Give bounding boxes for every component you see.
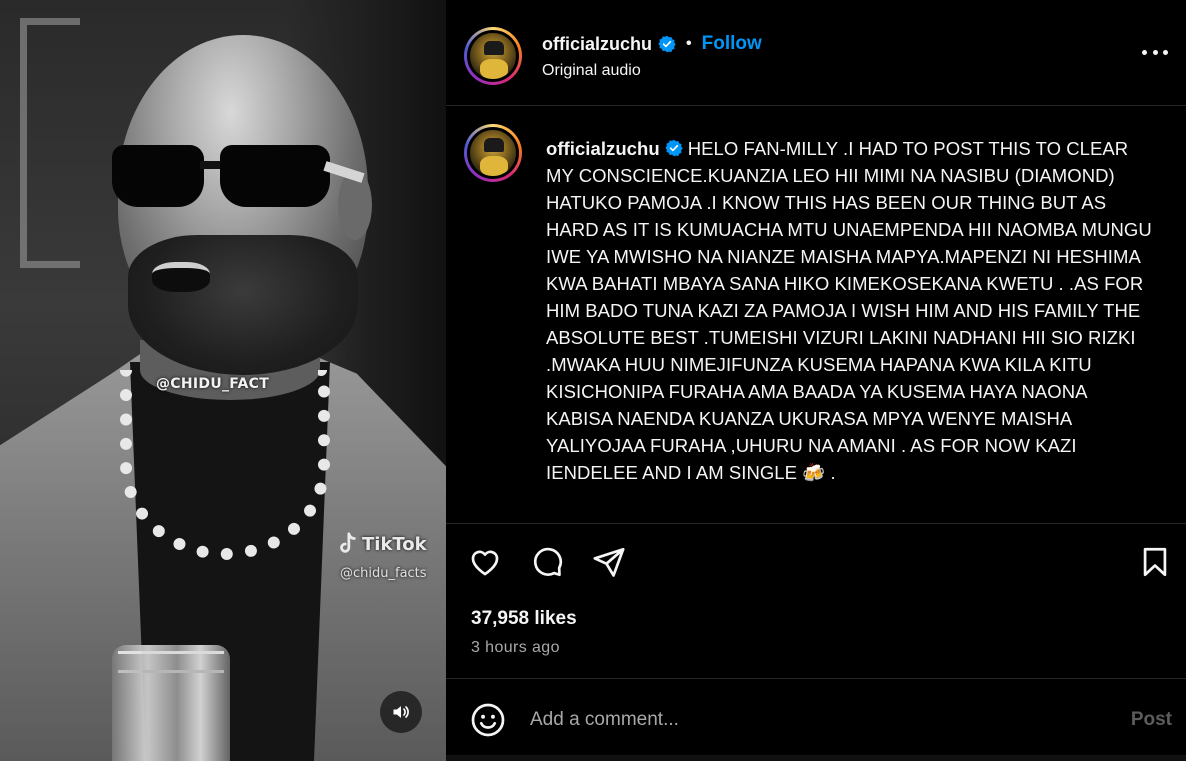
tiktok-handle: @chidu_facts	[340, 566, 427, 581]
post-media[interactable]: @CHIDU_FACT TikTok @chidu_facts	[0, 0, 446, 761]
divider	[446, 678, 1186, 679]
post-details-panel: officialzuchu • Follow Original audio of…	[446, 0, 1186, 761]
tiktok-brand-label: TikTok	[362, 533, 427, 555]
audio-toggle-button[interactable]	[380, 691, 422, 733]
post-comment-button[interactable]: Post	[1131, 709, 1172, 731]
more-options-icon[interactable]	[1142, 50, 1168, 60]
avatar[interactable]	[464, 27, 522, 85]
heart-icon[interactable]	[468, 545, 502, 579]
post-timestamp[interactable]: 3 hours ago	[471, 639, 560, 657]
sunglasses	[112, 145, 365, 215]
speaker-icon	[393, 706, 409, 718]
tiktok-watermark: TikTok	[336, 532, 427, 556]
watermark-text: @CHIDU_FACT	[156, 376, 270, 392]
post-caption: officialzuchu HELO FAN-MILLY .I HAD TO P…	[546, 135, 1156, 486]
tiktok-icon	[340, 532, 356, 553]
bookmark-icon[interactable]	[1138, 545, 1172, 579]
verified-badge-icon	[658, 35, 676, 53]
likes-count[interactable]: 37,958 likes	[471, 608, 577, 630]
comment-input[interactable]	[530, 706, 1090, 734]
caption-username-link[interactable]: officialzuchu	[546, 138, 660, 159]
follow-button[interactable]: Follow	[702, 33, 762, 55]
separator-dot: •	[686, 35, 692, 52]
verified-badge-icon	[665, 139, 683, 157]
header-user-row: officialzuchu • Follow	[542, 33, 762, 55]
caption-avatar[interactable]	[464, 124, 522, 182]
audio-label[interactable]: Original audio	[542, 62, 641, 80]
comment-icon[interactable]	[530, 545, 564, 579]
background-frame	[20, 18, 80, 268]
caption-text: HELO FAN-MILLY .I HAD TO POST THIS TO CL…	[546, 138, 1152, 483]
username-link[interactable]: officialzuchu	[542, 34, 652, 55]
bottom-strip	[446, 755, 1186, 761]
emoji-icon[interactable]	[470, 702, 506, 738]
divider	[446, 523, 1186, 524]
post-actions	[468, 545, 626, 579]
glass-jar	[112, 645, 230, 761]
send-icon[interactable]	[592, 545, 626, 579]
mouth	[152, 262, 210, 292]
beard	[128, 235, 358, 375]
post-header: officialzuchu • Follow Original audio	[446, 6, 1186, 106]
chain-necklace	[120, 370, 330, 560]
